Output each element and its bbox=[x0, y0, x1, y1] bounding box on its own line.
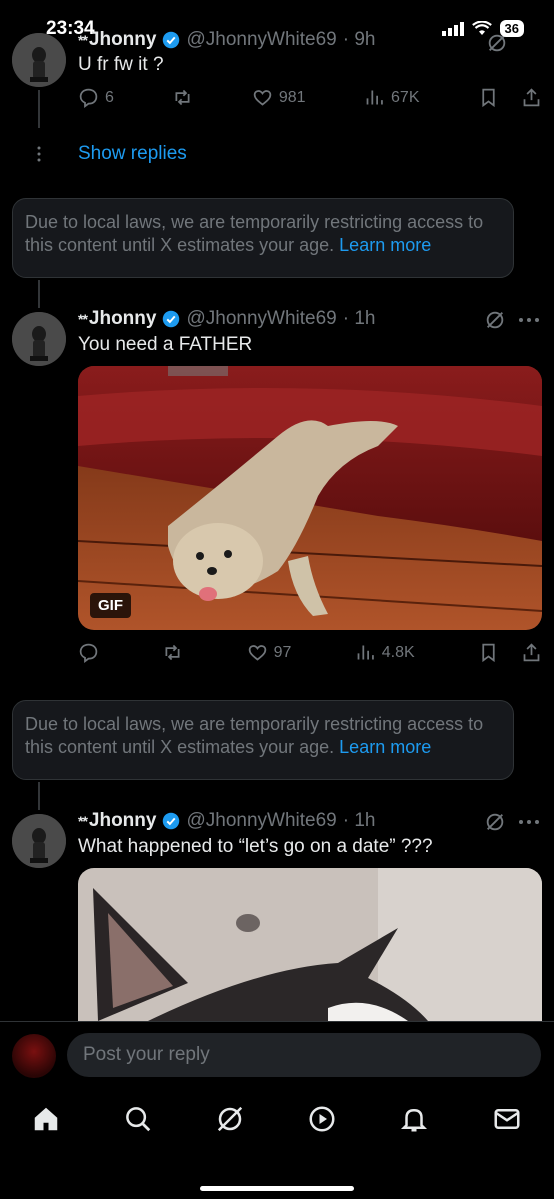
display-name-prefix: ** bbox=[78, 813, 88, 829]
thread-line bbox=[38, 280, 40, 308]
post-age: · 9h bbox=[342, 29, 376, 50]
more-dots-icon bbox=[37, 146, 41, 162]
display-name[interactable]: Jhonny bbox=[89, 29, 157, 51]
tweet-header: ** Jhonny @JhonnyWhite69 · 9h bbox=[78, 29, 375, 51]
learn-more-link[interactable]: Learn more bbox=[339, 737, 431, 757]
gif-media[interactable] bbox=[78, 868, 542, 1021]
view-count: 67K bbox=[391, 88, 420, 106]
reply-button[interactable]: 6 bbox=[78, 87, 114, 108]
post-age: · 1h bbox=[342, 308, 376, 329]
wifi-icon bbox=[471, 21, 492, 35]
heart-icon bbox=[248, 645, 266, 661]
bell-icon[interactable] bbox=[399, 1104, 429, 1134]
views-button[interactable]: 67K bbox=[364, 87, 419, 108]
view-count: 4.8K bbox=[381, 643, 415, 661]
views-icon bbox=[366, 90, 383, 105]
like-button[interactable]: 981 bbox=[252, 87, 306, 108]
display-name[interactable]: Jhonny bbox=[89, 810, 157, 832]
reply-input[interactable]: Post your reply bbox=[67, 1033, 541, 1077]
home-indicator bbox=[200, 1186, 354, 1191]
reply-button[interactable] bbox=[78, 642, 99, 663]
verified-badge-icon bbox=[163, 310, 180, 328]
handle[interactable]: @JhonnyWhite69 bbox=[186, 810, 336, 832]
like-count: 981 bbox=[278, 88, 306, 106]
reply-icon bbox=[79, 643, 98, 663]
status-time: 23:34 bbox=[46, 18, 95, 39]
tweet-header: ** Jhonny @JhonnyWhite69 · 1h bbox=[78, 308, 375, 330]
verified-badge-icon bbox=[163, 31, 180, 49]
bottom-nav bbox=[0, 1091, 554, 1199]
age-restriction-notice: Due to local laws, we are temporarily re… bbox=[12, 700, 514, 780]
bookmark-icon[interactable] bbox=[478, 87, 499, 108]
tweet-text: U fr fw it ? bbox=[78, 54, 164, 75]
views-icon bbox=[357, 645, 374, 660]
cat-gif-image bbox=[78, 868, 542, 1021]
show-replies-link[interactable]: Show replies bbox=[78, 143, 187, 165]
handle[interactable]: @JhonnyWhite69 bbox=[186, 29, 336, 51]
avatar[interactable] bbox=[12, 312, 66, 366]
user-avatar[interactable] bbox=[12, 1034, 56, 1078]
display-name-prefix: ** bbox=[78, 311, 88, 327]
like-count: 97 bbox=[273, 643, 292, 661]
avatar[interactable] bbox=[12, 814, 66, 868]
home-icon[interactable] bbox=[31, 1104, 61, 1134]
repost-button[interactable] bbox=[162, 642, 183, 663]
share-icon[interactable] bbox=[521, 642, 542, 663]
grok-icon[interactable] bbox=[215, 1104, 245, 1134]
thread-line bbox=[38, 782, 40, 810]
reply-count: 6 bbox=[105, 88, 114, 106]
thread-line bbox=[38, 90, 40, 128]
share-icon[interactable] bbox=[521, 87, 542, 108]
tweet-actions: 6 981 67K bbox=[78, 87, 542, 108]
video-icon[interactable] bbox=[307, 1104, 337, 1134]
repost-icon bbox=[175, 89, 190, 106]
repost-button[interactable] bbox=[172, 87, 193, 108]
tweet-text: What happened to “let’s go on a date” ??… bbox=[78, 836, 433, 857]
battery-level: 36 bbox=[499, 20, 524, 37]
tweet-text: You need a FATHER bbox=[78, 334, 253, 355]
status-icons: 36 bbox=[441, 20, 524, 37]
age-restriction-notice: Due to local laws, we are temporarily re… bbox=[12, 198, 514, 278]
grok-icon[interactable] bbox=[484, 811, 506, 833]
avatar[interactable] bbox=[12, 33, 66, 87]
bookmark-icon[interactable] bbox=[478, 642, 499, 663]
dog-gif-image bbox=[78, 366, 542, 630]
tweet-header: ** Jhonny @JhonnyWhite69 · 1h bbox=[78, 810, 375, 832]
grok-icon[interactable] bbox=[484, 309, 506, 331]
gif-media[interactable]: GIF bbox=[78, 366, 542, 630]
reply-icon bbox=[79, 88, 98, 108]
display-name[interactable]: Jhonny bbox=[89, 308, 157, 330]
tweet-actions: 97 4.8K bbox=[78, 642, 542, 663]
gif-badge: GIF bbox=[90, 593, 131, 618]
post-age: · 1h bbox=[342, 810, 376, 831]
like-button[interactable]: 97 bbox=[247, 642, 292, 663]
mail-icon[interactable] bbox=[492, 1104, 522, 1134]
handle[interactable]: @JhonnyWhite69 bbox=[186, 308, 336, 330]
repost-icon bbox=[165, 644, 180, 661]
views-button[interactable]: 4.8K bbox=[355, 642, 415, 663]
learn-more-link[interactable]: Learn more bbox=[339, 235, 431, 255]
heart-icon bbox=[253, 90, 272, 106]
signal-icon bbox=[441, 21, 464, 36]
more-options-icon[interactable] bbox=[518, 819, 540, 825]
more-options-icon[interactable] bbox=[518, 317, 540, 323]
search-icon[interactable] bbox=[123, 1104, 153, 1134]
verified-badge-icon bbox=[163, 812, 180, 830]
